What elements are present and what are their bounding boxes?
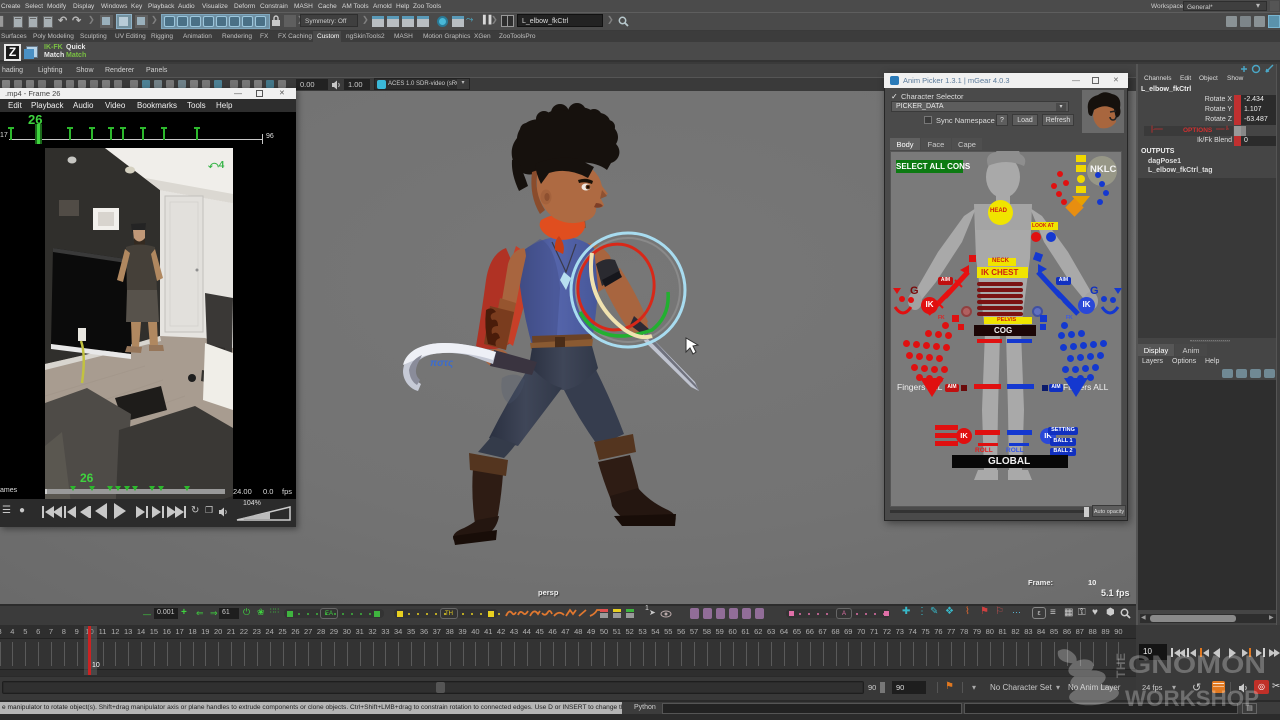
svg-text:⤺4: ⤺4 <box>208 160 225 171</box>
svg-text:πστς: πστς <box>430 358 454 369</box>
